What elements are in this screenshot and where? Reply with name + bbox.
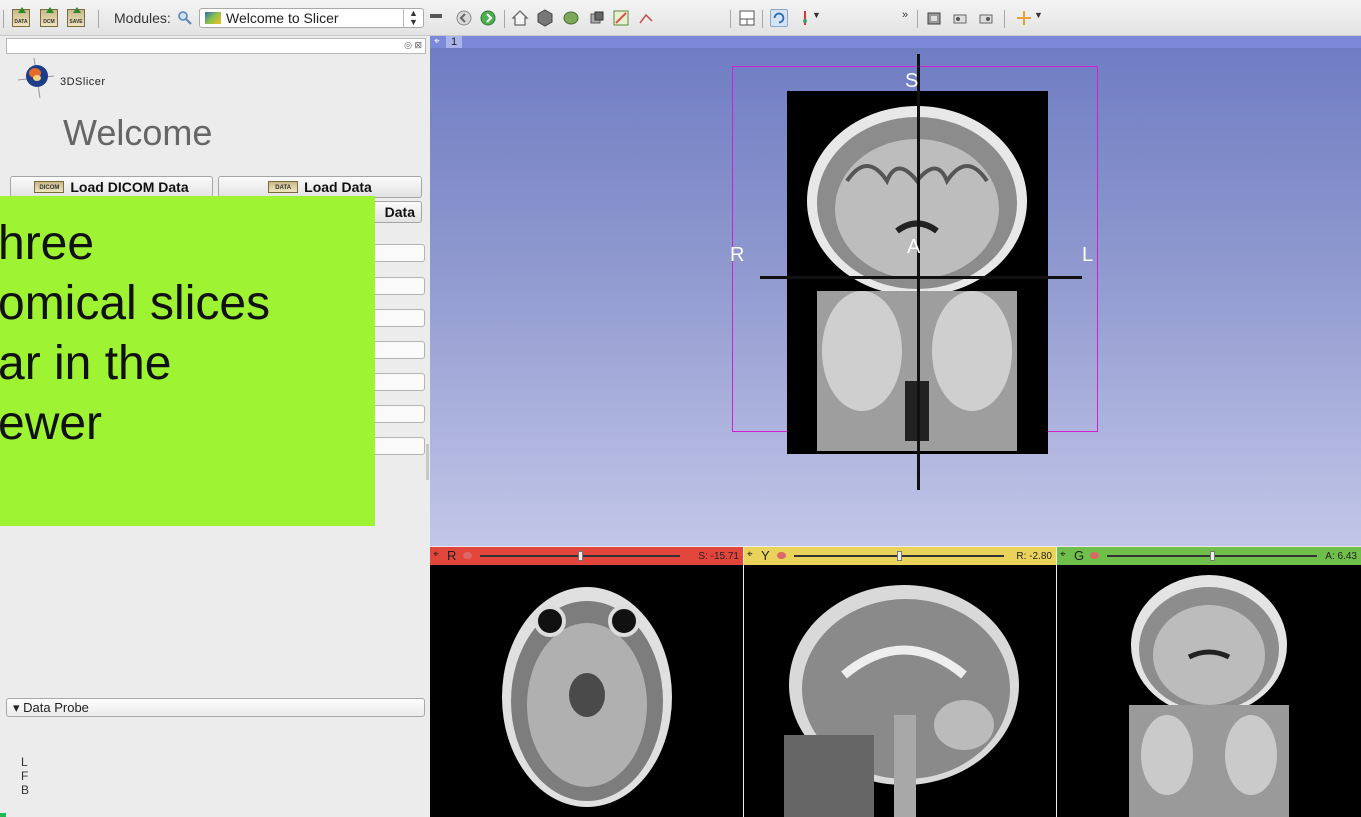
collapsible-section[interactable] [374, 373, 425, 391]
toolbar-separator [3, 10, 4, 28]
panel-float-close-icon[interactable]: ◎ ⊠ [404, 40, 422, 51]
place-fiducial-icon[interactable] [1015, 9, 1033, 27]
slicer-app: DATA DCM SAVE Modules: Welcome to Slicer… [0, 0, 1361, 817]
pin-icon[interactable]: ⌖ [1060, 549, 1066, 560]
slice-letter: Y [761, 548, 770, 563]
toolbar-separator [730, 10, 731, 28]
models-module-icon[interactable] [588, 9, 606, 27]
link-views-icon[interactable] [770, 9, 788, 27]
module-icon [205, 12, 221, 24]
green-slice-view[interactable]: ⌖ G A: 6.43 [1057, 547, 1361, 817]
load-dicom-button[interactable]: DCM [40, 7, 58, 27]
forward-icon[interactable] [479, 9, 497, 27]
collapsible-section[interactable] [374, 341, 425, 359]
slider-thumb[interactable] [578, 551, 583, 561]
red-slice-view[interactable]: ⌖ R S: -15.71 [430, 547, 743, 817]
3d-view[interactable]: ⌖ 1 S R L A [430, 36, 1361, 546]
load-data-button[interactable]: DATA [12, 7, 30, 27]
sagittal-slice-edge [917, 54, 920, 490]
pin-icon[interactable]: ⌖ [434, 36, 440, 48]
slicer-logo-text: 3DSlicer [60, 76, 106, 88]
chevron-down-icon[interactable]: ▼ [812, 10, 830, 28]
module-selected-label: Welcome to Slicer [226, 10, 339, 26]
slicer-logo-icon [17, 57, 55, 99]
orientation-label-anterior: A [907, 236, 921, 258]
editor-module-icon[interactable] [612, 9, 630, 27]
status-indicator [0, 813, 6, 817]
module-panel: ◎ ⊠ 3DSlicer Welcome DICOM Load DICOM Dat… [0, 36, 430, 817]
collapsible-section[interactable] [374, 309, 425, 327]
layout-dropdown-button[interactable] [430, 14, 442, 18]
slice-letter: R [447, 548, 457, 563]
save-button[interactable]: SAVE [67, 7, 85, 27]
chevron-down-icon[interactable]: ▼ [1034, 10, 1052, 28]
axial-slice-edge [760, 276, 1082, 279]
data-probe-line: B [21, 783, 30, 797]
data-module-icon[interactable] [536, 9, 554, 27]
back-icon[interactable] [455, 9, 473, 27]
slice-offset-value: A: 6.43 [1325, 551, 1357, 562]
collapsible-section[interactable] [374, 437, 425, 455]
scene-restore-icon[interactable] [977, 9, 995, 27]
load-data-icon: DATA [12, 7, 30, 27]
visibility-eye-icon[interactable] [777, 552, 786, 559]
slider-thumb[interactable] [896, 551, 902, 561]
orientation-label-right: R [730, 244, 745, 266]
save-icon: SAVE [67, 7, 85, 27]
collapsible-section[interactable] [374, 244, 425, 262]
module-panel-header[interactable] [6, 38, 426, 54]
yellow-slice-view[interactable]: ⌖ Y R: -2.80 [744, 547, 1056, 817]
search-icon[interactable] [177, 10, 193, 26]
3d-view-controller-bar[interactable]: ⌖ 1 [430, 36, 1361, 48]
pin-icon[interactable]: ⌖ [747, 549, 753, 560]
layout-icon[interactable] [738, 9, 756, 27]
pin-icon[interactable]: ⌖ [433, 549, 439, 560]
slider-thumb[interactable] [1209, 551, 1215, 561]
view-number: 1 [446, 36, 462, 48]
slice-offset-value: R: -2.80 [1016, 551, 1052, 562]
collapsible-section[interactable] [374, 277, 425, 295]
dicom-icon: DCM [40, 7, 58, 27]
visibility-eye-icon[interactable] [463, 552, 472, 559]
coronal-brain-image [1129, 575, 1289, 817]
annotation-text: hree omical slices ar in the ewer [0, 217, 271, 450]
data-probe-line: F [21, 769, 29, 783]
volumes-module-icon[interactable] [562, 9, 580, 27]
slice-letter: G [1074, 548, 1085, 563]
yellow-slice-controller[interactable]: ⌖ Y R: -2.80 [744, 547, 1056, 565]
scene-view-icon[interactable] [951, 9, 969, 27]
slice-offset-value: S: -15.71 [698, 551, 739, 562]
transforms-module-icon[interactable] [637, 9, 655, 27]
load-data-button[interactable]: DATA Load Data [218, 176, 422, 198]
axial-brain-image [502, 587, 672, 807]
green-slice-controller[interactable]: ⌖ G A: 6.43 [1057, 547, 1361, 565]
red-slice-controller[interactable]: ⌖ R S: -15.71 [430, 547, 743, 565]
chevron-updown-icon: ▲ ▼ [403, 9, 423, 27]
visibility-eye-icon[interactable] [1090, 552, 1099, 559]
main-toolbar: DATA DCM SAVE Modules: Welcome to Slicer… [0, 0, 1361, 36]
data-probe-toggle[interactable]: ▾ Data Probe [6, 698, 425, 717]
data-probe-line: L [21, 755, 28, 769]
modules-label: Modules: [114, 10, 171, 26]
collapsible-section[interactable] [374, 405, 425, 423]
welcome-title: Welcome [63, 112, 213, 153]
toolbar-separator [1004, 10, 1005, 28]
home-icon[interactable] [511, 9, 529, 27]
annotation-overlay: hree omical slices ar in the ewer [0, 196, 375, 526]
module-selector[interactable]: Welcome to Slicer ▲ ▼ [199, 8, 424, 28]
orientation-label-superior: S [905, 70, 919, 92]
load-dicom-data-button[interactable]: DICOM Load DICOM Data [10, 176, 213, 198]
screenshot-icon[interactable] [925, 9, 943, 27]
toolbar-separator [917, 10, 918, 28]
panel-splitter[interactable] [426, 444, 429, 480]
toolbar-separator [762, 10, 763, 28]
toolbar-separator [98, 10, 99, 28]
sagittal-brain-image [784, 585, 1019, 817]
dicom-icon: DICOM [34, 181, 65, 194]
orientation-label-left: L [1082, 244, 1094, 266]
data-icon: DATA [268, 181, 299, 194]
toolbar-separator [504, 10, 505, 28]
